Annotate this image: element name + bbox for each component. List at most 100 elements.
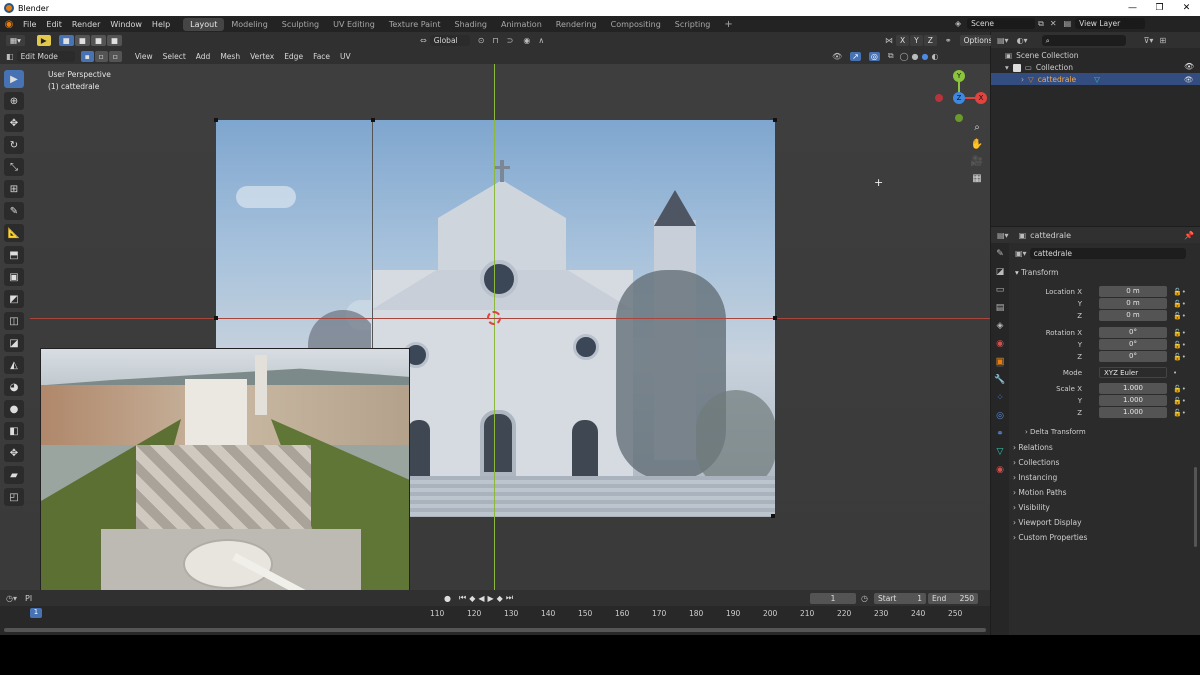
data-tab-icon[interactable]: ▽ — [997, 447, 1004, 457]
menu-edge[interactable]: Edge — [279, 52, 308, 61]
collections-panel[interactable]: › Collections — [1013, 458, 1059, 467]
gizmo-neg-x[interactable] — [935, 94, 943, 102]
shear-tool-icon[interactable]: ▰ — [4, 466, 24, 484]
falloff-icon[interactable]: ∧ — [538, 36, 544, 45]
select-mode-invert-icon[interactable]: ■ — [106, 34, 123, 46]
face-select-icon[interactable]: ▫ — [108, 50, 122, 62]
menu-mesh[interactable]: Mesh — [215, 52, 245, 61]
keyframe-dot-icon[interactable]: • — [1173, 369, 1177, 377]
object-visibility-icon[interactable]: 👁 — [1184, 75, 1194, 84]
pin-icon[interactable]: 📌 — [1184, 231, 1194, 240]
mirror-x-toggle[interactable]: X — [896, 34, 910, 46]
bevel-tool-icon[interactable]: ◩ — [4, 290, 24, 308]
current-frame-field[interactable]: 1 — [810, 592, 856, 604]
scene-field[interactable]: Scene — [967, 18, 1036, 29]
add-workspace-icon[interactable]: + — [717, 18, 739, 31]
tab-layout[interactable]: Layout — [183, 17, 225, 31]
menu-file[interactable]: File — [18, 20, 41, 29]
minimize-button[interactable]: — — [1119, 0, 1146, 16]
location-x-field[interactable]: 0 m — [1099, 286, 1167, 297]
instancing-panel[interactable]: › Instancing — [1013, 473, 1057, 482]
menu-vertex[interactable]: Vertex — [245, 52, 279, 61]
play-reverse-icon[interactable]: ◀ — [478, 594, 484, 603]
transform-tool-icon[interactable]: ⊞ — [4, 180, 24, 198]
jump-start-icon[interactable]: ⏮ — [459, 593, 466, 603]
outliner-row-scene-collection[interactable]: ▣ Scene Collection — [1005, 51, 1078, 60]
tab-compositing[interactable]: Compositing — [604, 18, 668, 31]
gizmo-y-axis[interactable]: Y — [953, 70, 965, 82]
display-mode-icon[interactable]: ◐▾ — [1017, 36, 1028, 45]
expand-arrow-icon[interactable]: › — [1021, 75, 1024, 84]
visibility-panel[interactable]: › Visibility — [1013, 503, 1050, 512]
solid-shading-icon[interactable]: ● — [912, 52, 919, 61]
loop-cut-tool-icon[interactable]: ◫ — [4, 312, 24, 330]
menu-select[interactable]: Select — [158, 52, 191, 61]
new-collection-icon[interactable]: ⊞ — [1159, 36, 1166, 45]
start-frame-field[interactable]: Start 1 — [874, 592, 926, 604]
delete-scene-icon[interactable]: ✕ — [1050, 19, 1057, 28]
transform-orientation-dropdown[interactable]: Global — [429, 34, 470, 46]
gizmo-z-axis[interactable]: Z — [953, 92, 965, 104]
tab-shading[interactable]: Shading — [447, 18, 494, 31]
menu-face[interactable]: Face — [308, 52, 335, 61]
properties-scrollbar[interactable] — [1194, 467, 1197, 547]
scale-tool-icon[interactable]: ⤡ — [4, 158, 24, 176]
delta-transform-subpanel[interactable]: › Delta Transform — [1025, 428, 1086, 436]
mesh-vertex[interactable] — [214, 118, 218, 122]
restore-button[interactable]: ❐ — [1146, 0, 1173, 16]
mesh-vertex[interactable] — [773, 316, 777, 320]
playhead[interactable]: 1 — [30, 608, 42, 618]
tool-tab-icon[interactable]: ✎ — [996, 249, 1004, 259]
mesh-vertex[interactable] — [773, 118, 777, 122]
timeline-editor-icon[interactable]: ◷▾ — [6, 594, 17, 603]
constraints-tab-icon[interactable]: ⚭ — [996, 429, 1004, 439]
select-mode-subtract-icon[interactable]: ■ — [90, 34, 106, 46]
outliner-row-cattedrale[interactable]: › ▽ cattedrale ▽ 👁 — [991, 73, 1200, 85]
new-scene-icon[interactable]: ⧉ — [1038, 19, 1044, 29]
transform-section-header[interactable]: ▾ Transform — [1015, 268, 1058, 277]
rip-tool-icon[interactable]: ◰ — [4, 488, 24, 506]
editor-type-button[interactable]: ▦▾ — [6, 34, 25, 46]
vertex-select-icon[interactable]: ▪ — [80, 50, 94, 62]
knife-tool-icon[interactable]: ◪ — [4, 334, 24, 352]
mesh-vertex[interactable] — [214, 316, 218, 320]
rotation-mode-dropdown[interactable]: XYZ Euler — [1099, 367, 1167, 378]
menu-edit[interactable]: Edit — [41, 20, 67, 29]
smooth-tool-icon[interactable]: ● — [4, 400, 24, 418]
collection-visibility-icon[interactable]: 👁 — [1184, 62, 1194, 71]
extrude-tool-icon[interactable]: ⬒ — [4, 246, 24, 264]
properties-editor-icon[interactable]: ▤▾ — [997, 231, 1009, 240]
relations-panel[interactable]: › Relations — [1013, 443, 1053, 452]
tab-animation[interactable]: Animation — [494, 18, 549, 31]
scale-y-field[interactable]: 1.000 — [1099, 395, 1167, 406]
edge-slide-tool-icon[interactable]: ◧ — [4, 422, 24, 440]
tab-texture-paint[interactable]: Texture Paint — [382, 18, 448, 31]
custom-properties-panel[interactable]: › Custom Properties — [1013, 533, 1087, 542]
3d-viewport[interactable]: User Perspective (1) cattedrale Y X Z ⌕ … — [0, 64, 990, 590]
outliner-search[interactable]: ⌕ — [1041, 34, 1126, 46]
measure-tool-icon[interactable]: 📐 — [4, 224, 24, 242]
wireframe-shading-icon[interactable]: ◯ — [900, 52, 909, 61]
mesh-vertex[interactable] — [371, 118, 375, 122]
material-tab-icon[interactable]: ◉ — [996, 465, 1004, 475]
magnet-icon[interactable]: ⊃ — [507, 36, 514, 45]
auto-merge-icon[interactable]: ⚭ — [945, 36, 952, 45]
lock-icon[interactable]: 🔓• — [1173, 300, 1186, 308]
navigation-gizmo[interactable]: Y X Z — [933, 68, 987, 124]
gizmo-icon[interactable]: ↗ — [850, 51, 861, 61]
tab-rendering[interactable]: Rendering — [549, 18, 604, 31]
xray-icon[interactable]: ⧉ — [888, 51, 894, 61]
motion-paths-panel[interactable]: › Motion Paths — [1013, 488, 1067, 497]
viewport-display-panel[interactable]: › Viewport Display — [1013, 518, 1082, 527]
menu-render[interactable]: Render — [67, 20, 105, 29]
outliner-editor-icon[interactable]: ▤▾ — [997, 36, 1009, 45]
rotation-x-field[interactable]: 0° — [1099, 327, 1167, 338]
mirror-y-toggle[interactable]: Y — [910, 34, 923, 46]
filter-icon[interactable]: ⊽▾ — [1144, 36, 1154, 45]
select-tool-active-icon[interactable]: ▶ — [36, 34, 51, 46]
pan-hand-icon[interactable]: ✋ — [971, 139, 983, 150]
close-button[interactable]: ✕ — [1173, 0, 1200, 16]
end-frame-field[interactable]: End 250 — [928, 592, 978, 604]
lock-icon[interactable]: 🔓• — [1173, 385, 1186, 393]
rendered-shading-icon[interactable]: ◐ — [931, 52, 938, 61]
